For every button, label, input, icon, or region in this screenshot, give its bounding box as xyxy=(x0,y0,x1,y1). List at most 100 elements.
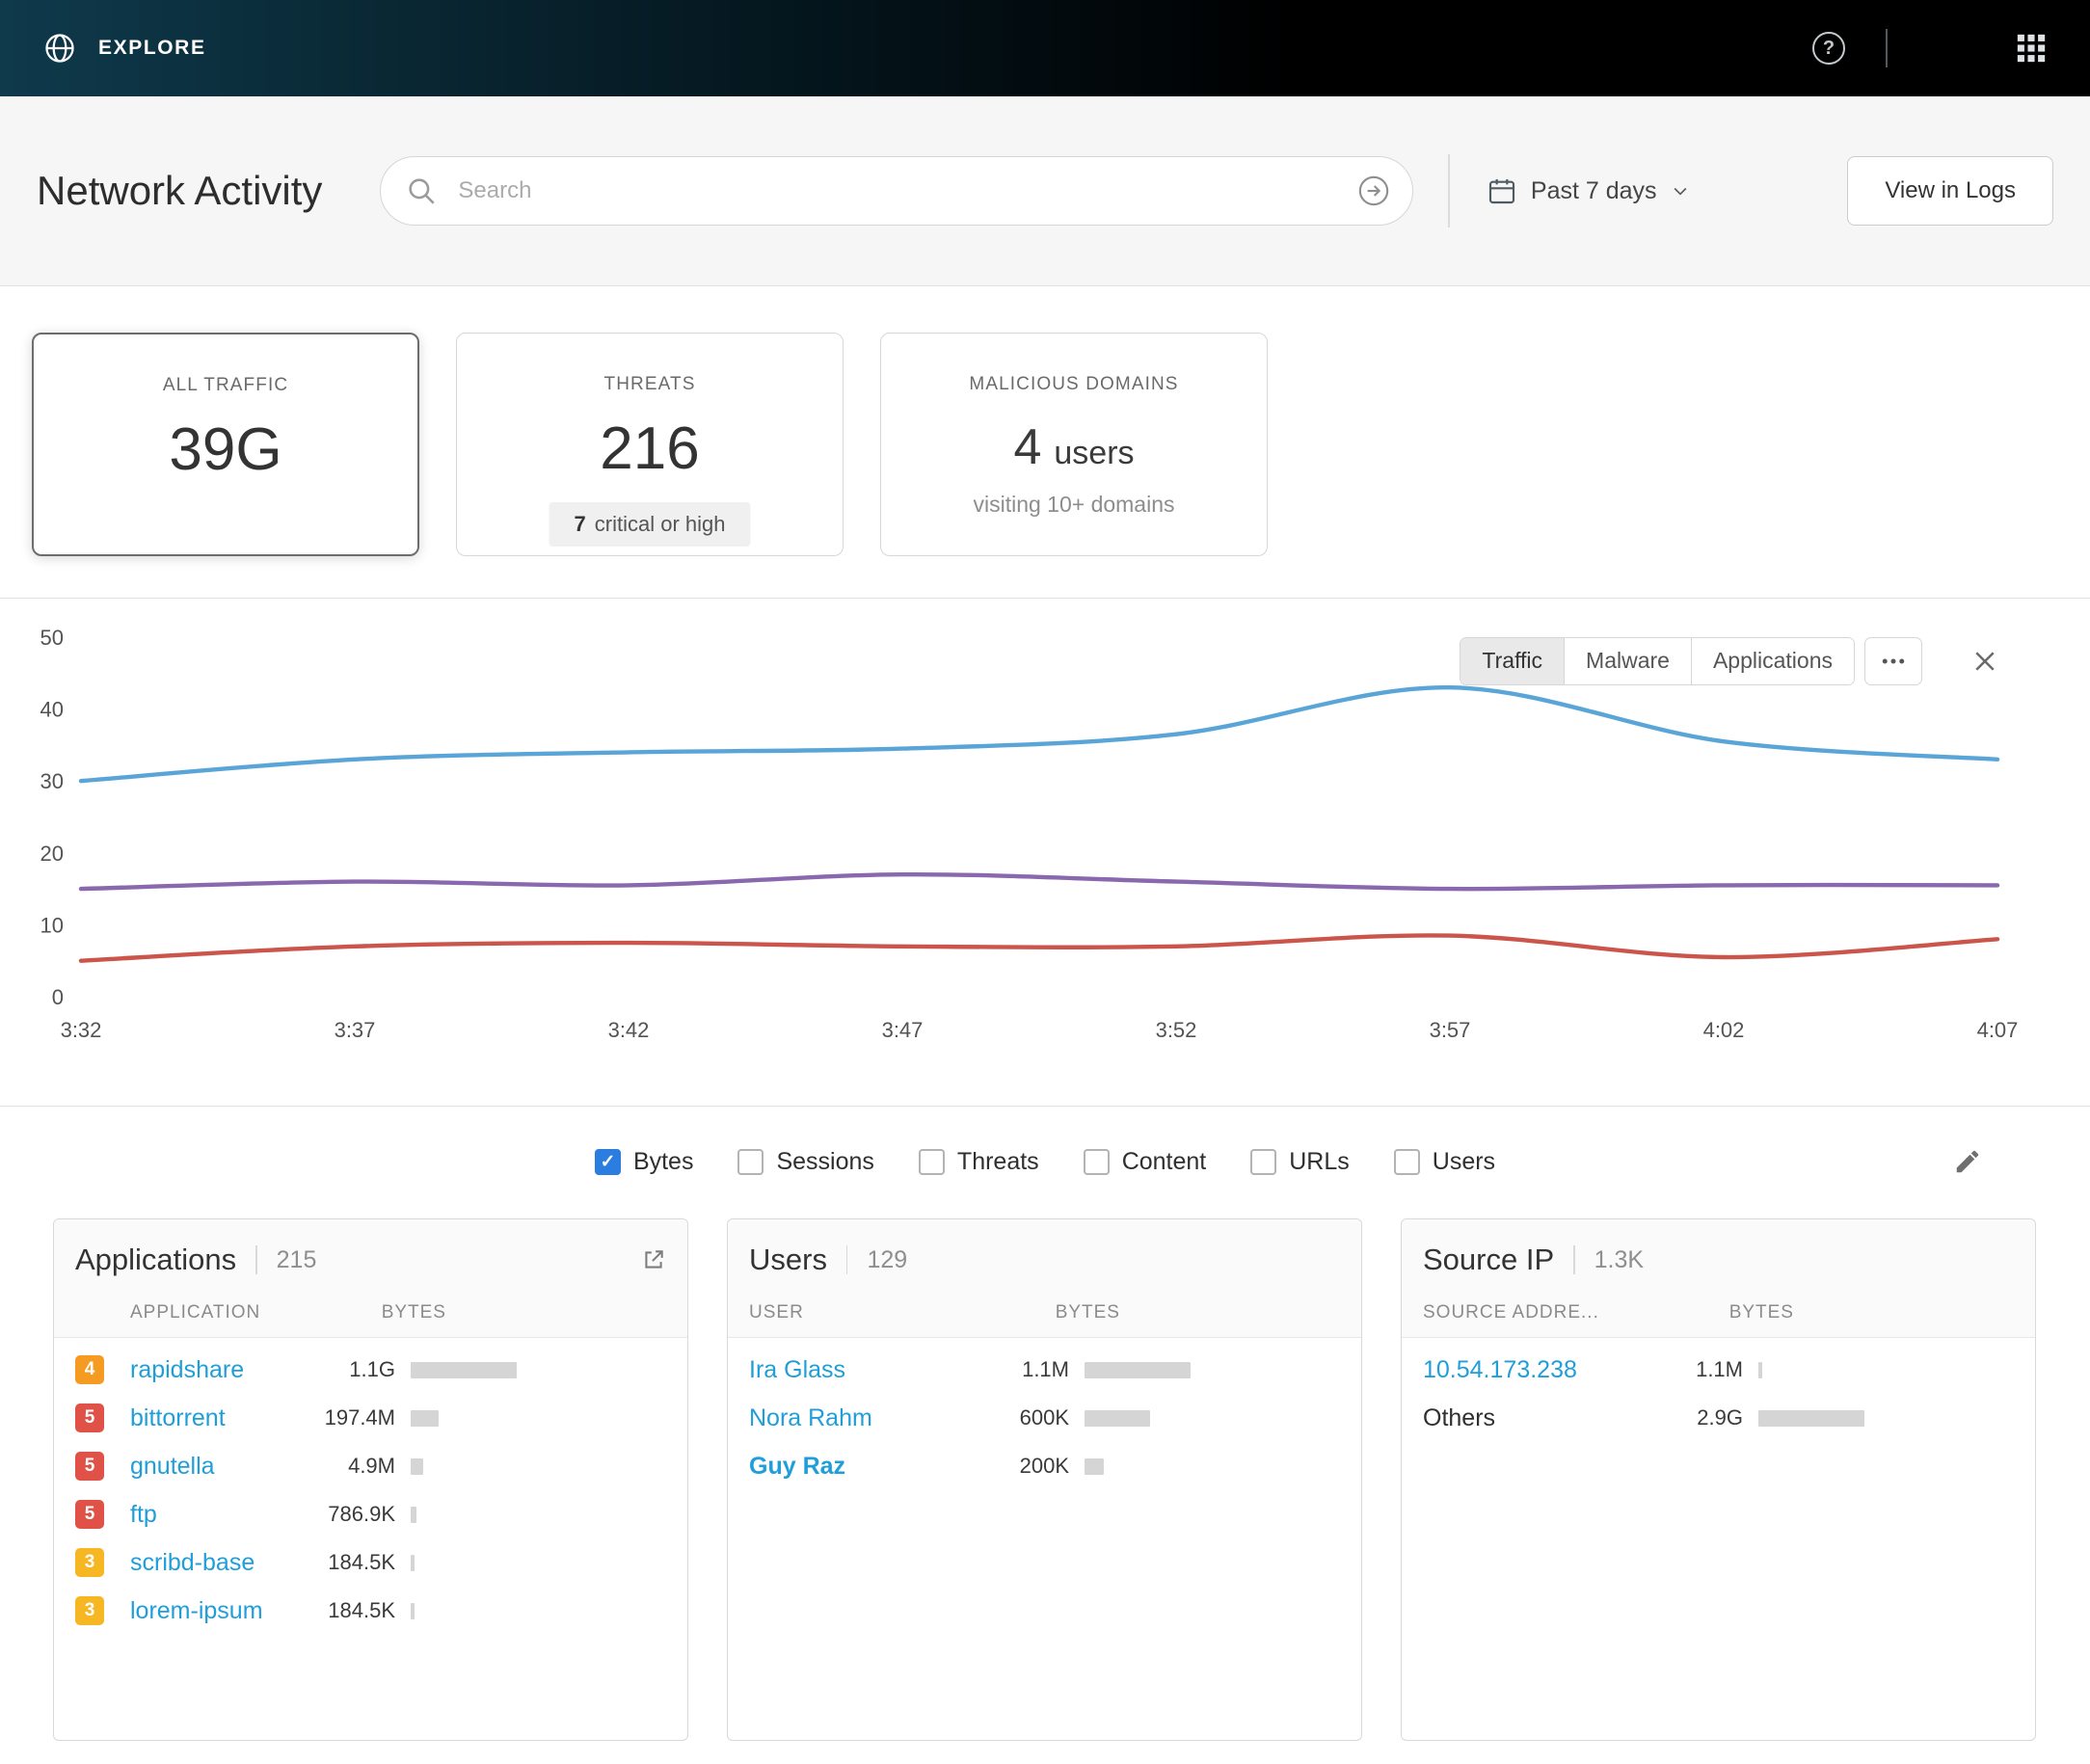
checkbox-label: Bytes xyxy=(633,1148,694,1176)
chart-tab-group: Traffic Malware Applications xyxy=(1460,637,1855,685)
rank-badge: 5 xyxy=(75,1452,104,1481)
checkbox-label: URLs xyxy=(1289,1148,1350,1176)
row-link[interactable]: Guy Raz xyxy=(749,1453,958,1481)
card-subtext: visiting 10+ domains xyxy=(973,492,1174,518)
rank-badge: 5 xyxy=(75,1500,104,1529)
row-bar xyxy=(1758,1362,2014,1378)
tab-applications[interactable]: Applications xyxy=(1691,638,1854,684)
filter-option[interactable]: Content xyxy=(1084,1148,1207,1176)
checkbox[interactable] xyxy=(1084,1149,1110,1175)
card-malicious-domains[interactable]: MALICIOUS DOMAINS 4 users visiting 10+ d… xyxy=(880,333,1268,556)
column-header: BYTES xyxy=(1729,1302,1794,1323)
row-link[interactable]: gnutella xyxy=(130,1453,284,1481)
row-bar xyxy=(411,1458,666,1475)
date-range-selector[interactable]: Past 7 days xyxy=(1487,175,1690,206)
open-in-new-icon[interactable] xyxy=(641,1247,666,1272)
filter-option[interactable]: URLs xyxy=(1250,1148,1350,1176)
checkbox[interactable] xyxy=(919,1149,945,1175)
filter-option[interactable]: Threats xyxy=(919,1148,1039,1176)
row-bytes-value: 200K xyxy=(958,1454,1069,1479)
svg-text:20: 20 xyxy=(40,842,64,866)
checkbox[interactable] xyxy=(595,1149,621,1175)
tab-traffic[interactable]: Traffic xyxy=(1460,638,1564,684)
globe-icon xyxy=(42,31,77,66)
svg-text:10: 10 xyxy=(40,913,64,937)
panel-title-divider xyxy=(255,1245,257,1274)
panel-title: Applications xyxy=(75,1243,236,1277)
card-all-traffic[interactable]: ALL TRAFFIC 39G xyxy=(32,333,419,556)
row-bytes-value: 197.4M xyxy=(284,1405,395,1430)
filter-option[interactable]: Bytes xyxy=(595,1148,694,1176)
svg-text:3:57: 3:57 xyxy=(1430,1018,1471,1042)
checkbox[interactable] xyxy=(1394,1149,1420,1175)
data-panel: Source IP 1.3K SOURCE ADDRE... BYTES 10.… xyxy=(1401,1218,2036,1741)
row-link[interactable]: Nora Rahm xyxy=(749,1404,958,1432)
svg-text:40: 40 xyxy=(40,698,64,722)
row-link[interactable]: scribd-base xyxy=(130,1549,284,1577)
summary-cards: ALL TRAFFIC 39G THREATS 216 7critical or… xyxy=(0,286,2090,599)
help-icon[interactable]: ? xyxy=(1812,32,1845,65)
blue-series-line xyxy=(81,687,1997,781)
row-link[interactable]: rapidshare xyxy=(130,1356,284,1384)
page-title: Network Activity xyxy=(37,168,322,214)
edit-pencil-icon[interactable] xyxy=(1953,1147,1982,1176)
threats-severity-badge: 7critical or high xyxy=(549,502,751,547)
table-row: Others 2.9G xyxy=(1402,1394,2035,1442)
row-bytes-value: 2.9G xyxy=(1632,1405,1743,1430)
table-row: 5 ftp 786.9K xyxy=(54,1490,687,1538)
card-threats[interactable]: THREATS 216 7critical or high xyxy=(456,333,844,556)
svg-text:3:52: 3:52 xyxy=(1156,1018,1197,1042)
checkbox[interactable] xyxy=(737,1149,764,1175)
row-link[interactable]: ftp xyxy=(130,1501,284,1529)
row-link[interactable]: Others xyxy=(1423,1404,1632,1432)
table-row: 5 bittorrent 197.4M xyxy=(54,1394,687,1442)
panel-count: 215 xyxy=(277,1246,317,1274)
row-bytes-value: 184.5K xyxy=(284,1598,395,1623)
panel-header: Users 129 USER BYTES xyxy=(728,1219,1361,1338)
red-series-line xyxy=(81,935,1997,960)
tab-malware[interactable]: Malware xyxy=(1564,638,1691,684)
row-bytes-value: 1.1M xyxy=(1632,1357,1743,1382)
table-row: 3 scribd-base 184.5K xyxy=(54,1538,687,1587)
svg-text:3:32: 3:32 xyxy=(61,1018,102,1042)
search-icon xyxy=(405,174,438,212)
row-bar xyxy=(1085,1458,1340,1475)
filter-option[interactable]: Sessions xyxy=(737,1148,873,1176)
panel-body: 10.54.173.238 1.1M Others 2.9G xyxy=(1402,1338,2035,1442)
row-bar xyxy=(1085,1410,1340,1427)
card-label: THREATS xyxy=(604,374,696,395)
chevron-down-icon xyxy=(1671,181,1690,200)
row-bytes-value: 600K xyxy=(958,1405,1069,1430)
row-bar xyxy=(1758,1410,2014,1427)
row-link[interactable]: 10.54.173.238 xyxy=(1423,1356,1632,1384)
view-in-logs-button[interactable]: View in Logs xyxy=(1847,156,2053,226)
row-bytes-value: 786.9K xyxy=(284,1502,395,1527)
table-row: Guy Raz 200K xyxy=(728,1442,1361,1490)
row-bar xyxy=(1085,1362,1340,1378)
more-options-button[interactable] xyxy=(1864,637,1922,685)
row-link[interactable]: lorem-ipsum xyxy=(130,1597,284,1625)
row-bytes-value: 4.9M xyxy=(284,1454,395,1479)
search-submit-icon[interactable] xyxy=(1357,174,1390,212)
row-link[interactable]: Ira Glass xyxy=(749,1356,958,1384)
close-icon[interactable] xyxy=(1970,647,1999,676)
table-row: 5 gnutella 4.9M xyxy=(54,1442,687,1490)
rank-badge: 3 xyxy=(75,1548,104,1577)
app-launcher-icon[interactable] xyxy=(2015,32,2048,65)
header-divider xyxy=(1448,154,1450,227)
svg-text:4:02: 4:02 xyxy=(1703,1018,1745,1042)
row-bar xyxy=(411,1603,666,1619)
column-header: APPLICATION xyxy=(130,1302,260,1323)
topbar-divider xyxy=(1886,29,1888,67)
row-bar xyxy=(411,1507,666,1523)
filter-option[interactable]: Users xyxy=(1394,1148,1495,1176)
row-bytes-value: 1.1G xyxy=(284,1357,395,1382)
search-bar xyxy=(380,156,1413,226)
panel-count: 129 xyxy=(867,1246,907,1274)
row-link[interactable]: bittorrent xyxy=(130,1404,284,1432)
checkbox[interactable] xyxy=(1250,1149,1276,1175)
search-input[interactable] xyxy=(380,156,1413,226)
row-bar xyxy=(411,1555,666,1571)
svg-text:30: 30 xyxy=(40,769,64,793)
panel-title-divider xyxy=(846,1245,848,1274)
